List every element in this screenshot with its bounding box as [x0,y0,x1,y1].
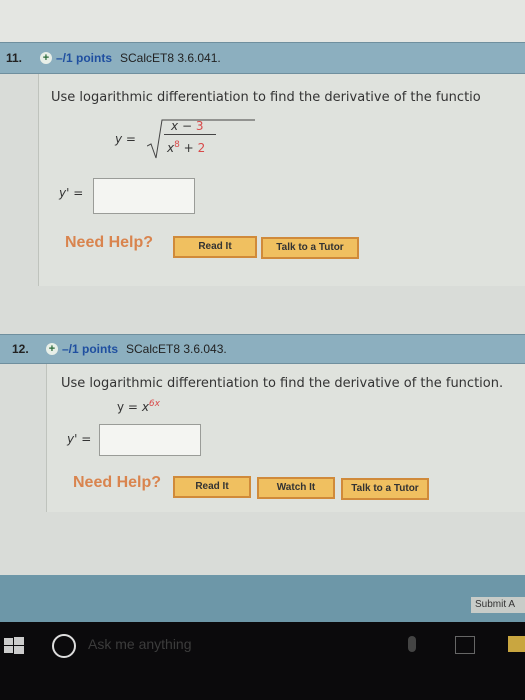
task-view-icon[interactable] [455,636,475,654]
question-prompt: Use logarithmic differentiation to find … [51,90,481,105]
question-number: 12. [12,342,29,356]
function-lhs: y = [115,132,136,146]
fraction-bar [164,134,216,135]
taskbar: Ask me anything [0,622,525,700]
talk-to-tutor-button[interactable]: Talk to a Tutor [341,478,429,500]
submit-button[interactable]: Submit A [471,597,525,613]
question-11-header: 11. + –/1 points SCalcET8 3.6.041. [0,42,525,74]
file-explorer-icon[interactable] [508,636,525,652]
question-number: 11. [6,51,23,65]
talk-to-tutor-button[interactable]: Talk to a Tutor [261,237,359,259]
read-it-button[interactable]: Read It [173,236,257,258]
answer-input[interactable] [99,424,201,456]
cortana-icon[interactable] [52,634,76,658]
function: y = x6x [117,399,160,414]
points-link[interactable]: –/1 points [56,51,112,65]
answer-label: y' = [59,186,84,200]
microphone-icon[interactable] [408,636,416,652]
question-code: SCalcET8 3.6.041. [120,51,221,65]
need-help-label: Need Help? [65,234,154,251]
search-input[interactable]: Ask me anything [88,636,192,652]
question-prompt: Use logarithmic differentiation to find … [61,376,504,391]
question-11-body: Use logarithmic differentiation to find … [38,74,525,286]
question-12-header: 12. + –/1 points SCalcET8 3.6.043. [0,334,525,364]
expand-plus-icon[interactable]: + [46,343,58,355]
question-code: SCalcET8 3.6.043. [126,342,227,356]
question-12-body: Use logarithmic differentiation to find … [46,364,525,512]
answer-input[interactable] [93,178,195,214]
footer-band [0,575,525,625]
watch-it-button[interactable]: Watch It [257,477,335,499]
need-help-label: Need Help? [73,474,162,491]
points-link[interactable]: –/1 points [62,342,118,356]
expand-plus-icon[interactable]: + [40,52,52,64]
read-it-button[interactable]: Read It [173,476,251,498]
answer-label: y' = [67,432,92,446]
numerator: x − 3 [171,119,204,133]
windows-start-icon[interactable] [4,637,24,660]
page-top [0,0,525,42]
denominator: x8 + 2 [167,140,206,155]
